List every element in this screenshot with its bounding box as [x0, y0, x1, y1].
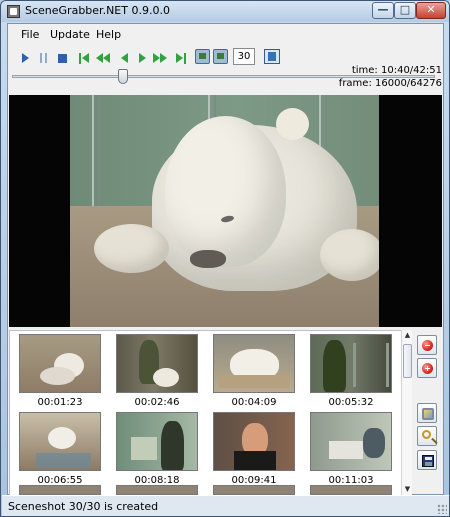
close-button[interactable]: ✕: [416, 2, 446, 19]
settings-book-icon[interactable]: [264, 49, 280, 64]
thumbnail-time: 00:04:09: [231, 397, 277, 408]
thumbnail-image: [19, 334, 101, 393]
zoom-icon: [422, 430, 431, 439]
capture-series-icon[interactable]: [213, 49, 228, 64]
scroll-thumb[interactable]: [403, 344, 412, 378]
remove-button[interactable]: [417, 335, 437, 355]
scroll-up-arrow-icon[interactable]: ▲: [403, 330, 412, 341]
polar-bear-video-frame: [70, 95, 379, 327]
thumbnail-image: [310, 412, 392, 471]
video-preview[interactable]: [9, 95, 442, 327]
frame-readout: frame: 16000/64276: [338, 78, 442, 89]
status-message: Sceneshot 30/30 is created: [8, 500, 159, 513]
capture-frame-icon[interactable]: [195, 49, 210, 64]
thumbnail-image: [310, 334, 392, 393]
scroll-down-arrow-icon[interactable]: ▼: [403, 484, 412, 495]
thumbnail-time: 00:05:32: [328, 397, 374, 408]
main-client-area: File Update Help 30 time: 10:40/42:51 fr…: [7, 23, 444, 496]
thumbnail-image: [116, 412, 198, 471]
thumbnail-item[interactable]: 00:06:55: [19, 412, 101, 489]
bear-right-paw: [320, 229, 379, 281]
thumbnail-image: [19, 412, 101, 471]
bear-nose: [190, 250, 226, 268]
thumbnail-item[interactable]: 00:09:41: [213, 412, 295, 489]
fast-forward-icon[interactable]: [153, 51, 167, 65]
thumbnail-item[interactable]: 00:04:09: [213, 334, 295, 411]
menu-help[interactable]: Help: [96, 28, 121, 41]
app-icon: [7, 5, 20, 18]
menu-bar: File Update Help: [8, 24, 443, 44]
zoom-button[interactable]: [417, 426, 437, 446]
resize-grip-icon[interactable]: [437, 504, 447, 514]
status-bar: Sceneshot 30/30 is created: [2, 495, 449, 516]
title-bar: SceneGrabber.NET 0.9.0.0 — □ ✕: [1, 1, 449, 22]
bear-ear: [276, 108, 309, 140]
stop-icon[interactable]: [55, 51, 69, 65]
step-back-icon[interactable]: [117, 51, 131, 65]
pause-icon[interactable]: [36, 51, 50, 65]
thumbnail-image: [213, 334, 295, 393]
edit-image-button[interactable]: [417, 403, 437, 423]
seek-slider-track[interactable]: [12, 75, 435, 78]
thumbnail-item[interactable]: 00:08:18: [116, 412, 198, 489]
thumbnail-item[interactable]: 00:05:32: [310, 334, 392, 411]
minimize-button[interactable]: —: [372, 2, 394, 19]
remove-icon: [422, 340, 433, 351]
edit-image-icon: [422, 408, 434, 420]
save-icon: [422, 455, 434, 467]
partial-thumbnail[interactable]: [116, 485, 198, 495]
thumbnail-item[interactable]: 00:01:23: [19, 334, 101, 411]
step-forward-icon[interactable]: [135, 51, 149, 65]
menu-file[interactable]: File: [21, 28, 39, 41]
sceneshot-thumbnail-list[interactable]: 00:01:23 00:02:46 00:04:09 00:05:32 00:0…: [9, 330, 403, 496]
partial-thumbnail[interactable]: [310, 485, 392, 495]
save-button[interactable]: [417, 450, 437, 470]
delete-all-icon: [422, 363, 433, 374]
playback-toolbar: 30 time: 10:40/42:51 frame: 16000/64276: [8, 44, 443, 89]
thumbnail-time: 00:01:23: [37, 397, 83, 408]
seek-slider-thumb[interactable]: [118, 69, 128, 84]
window-title: SceneGrabber.NET 0.9.0.0: [25, 4, 170, 17]
partial-thumbnail[interactable]: [19, 485, 101, 495]
menu-update[interactable]: Update: [50, 28, 90, 41]
polar-bear-head: [165, 116, 286, 267]
thumbnail-image: [213, 412, 295, 471]
delete-all-button[interactable]: [417, 358, 437, 378]
application-window: SceneGrabber.NET 0.9.0.0 — □ ✕ File Upda…: [0, 0, 450, 517]
skip-end-icon[interactable]: [174, 51, 188, 65]
enclosure-chain: [92, 95, 100, 207]
frame-step-input[interactable]: 30: [233, 48, 255, 65]
thumbnail-image: [116, 334, 198, 393]
thumbnail-item[interactable]: 00:02:46: [116, 334, 198, 411]
thumbnail-vertical-scrollbar[interactable]: ▲ ▼: [401, 330, 412, 496]
fast-rewind-icon[interactable]: [96, 51, 110, 65]
sceneshot-tool-panel: [415, 330, 443, 496]
thumbnail-time: 00:02:46: [134, 397, 180, 408]
skip-start-icon[interactable]: [77, 51, 91, 65]
thumbnail-item[interactable]: 00:11:03: [310, 412, 392, 489]
maximize-button[interactable]: □: [394, 2, 416, 19]
play-icon[interactable]: [18, 51, 32, 65]
bear-left-paw: [94, 224, 169, 273]
partial-thumbnail[interactable]: [213, 485, 295, 495]
